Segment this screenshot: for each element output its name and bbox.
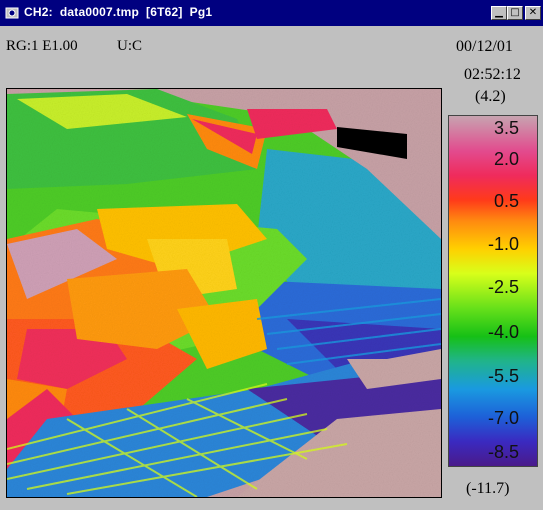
scale-label: 2.0 bbox=[493, 149, 519, 169]
minimize-button[interactable]: ▁ bbox=[491, 6, 507, 20]
scale-label: -4.0 bbox=[487, 322, 519, 342]
close-button[interactable]: ✕ bbox=[525, 6, 541, 20]
time-label: 02:52:12 bbox=[464, 66, 521, 83]
range-emissivity-label: RG:1 E1.00 bbox=[6, 38, 78, 54]
unit-label: U:C bbox=[117, 38, 143, 54]
window-title: CH2: data0007.tmp [6T62] Pg1 bbox=[24, 5, 213, 19]
min-temp-readout: (-11.7) bbox=[466, 480, 510, 497]
title-bar[interactable]: CH2: data0007.tmp [6T62] Pg1 ▁ □ ✕ bbox=[0, 0, 543, 26]
minimize-icon: ▁ bbox=[495, 7, 503, 18]
close-icon: ✕ bbox=[528, 7, 538, 18]
thermal-image-render bbox=[7, 89, 441, 497]
scale-label: -8.5 bbox=[487, 442, 519, 462]
scale-label: -2.5 bbox=[487, 277, 519, 297]
date-label: 00/12/01 bbox=[456, 38, 513, 55]
temperature-scale-bar: 3.5 2.0 0.5 -1.0 -2.5 -4.0 -5.5 -7.0 -8.… bbox=[448, 115, 538, 467]
maximize-icon: □ bbox=[510, 7, 520, 18]
app-icon[interactable] bbox=[4, 5, 20, 21]
scale-label: -1.0 bbox=[487, 234, 519, 254]
max-temp-readout: (4.2) bbox=[475, 88, 506, 105]
maximize-button[interactable]: □ bbox=[507, 6, 523, 20]
scale-label: 0.5 bbox=[493, 191, 519, 211]
scale-label: 3.5 bbox=[493, 118, 519, 138]
scale-label: -5.5 bbox=[487, 366, 519, 386]
thermal-image[interactable] bbox=[6, 88, 442, 498]
scale-label: -7.0 bbox=[487, 408, 519, 428]
